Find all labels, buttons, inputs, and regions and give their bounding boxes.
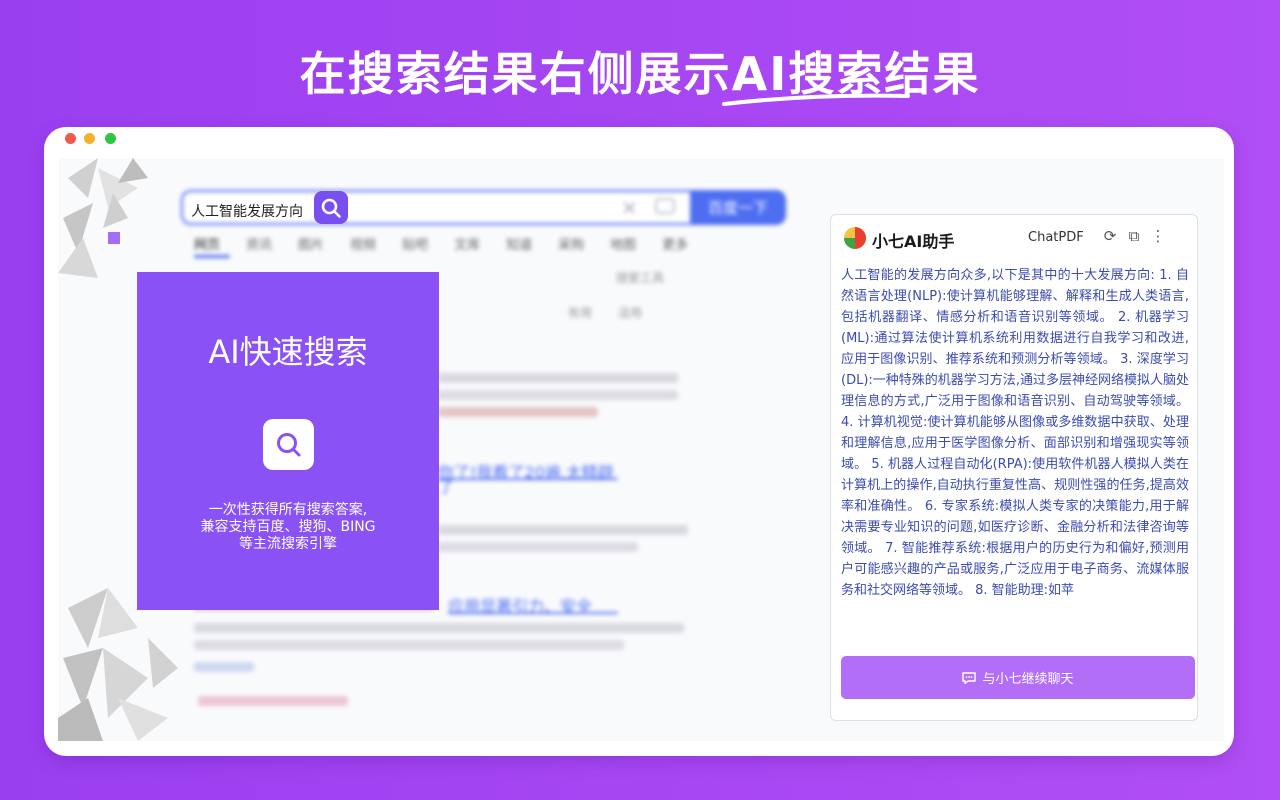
tab-video[interactable]: 视频 <box>350 234 376 253</box>
continue-chat-button[interactable]: 与小七继续聊天 <box>841 656 1195 699</box>
tab-tieba[interactable]: 贴吧 <box>402 234 428 253</box>
promo-desc-line: 兼容支持百度、搜狗、BING <box>200 519 376 535</box>
result-line <box>194 623 684 633</box>
refresh-icon[interactable]: ⟳ <box>1102 228 1118 244</box>
tab-images[interactable]: 图片 <box>298 234 324 253</box>
tab-zhidao[interactable]: 知道 <box>506 234 532 253</box>
browser-window: ✕ 百度一下 网页 资讯 图片 视频 贴吧 文库 知道 采购 地图 更多 搜索工… <box>44 127 1234 756</box>
active-tab-underline <box>194 255 230 258</box>
search-icon <box>321 198 341 218</box>
result-link[interactable]: 你了!我看了20遍,太精辟了 <box>438 465 618 495</box>
result-line <box>438 525 688 535</box>
tab-wenku[interactable]: 文库 <box>454 234 480 253</box>
ai-search-button[interactable] <box>314 191 348 224</box>
feedback-useful[interactable]: 有用 <box>568 304 592 321</box>
page-content: ✕ 百度一下 网页 资讯 图片 视频 贴吧 文库 知道 采购 地图 更多 搜索工… <box>58 158 1224 741</box>
tab-caigou[interactable]: 采购 <box>558 234 584 253</box>
promo-desc-line: 等主流搜索引擎 <box>239 536 337 552</box>
promo-title: AI快速搜索 <box>208 333 368 371</box>
chat-bubble-icon <box>962 671 977 684</box>
window-maximize-dot[interactable] <box>105 133 116 144</box>
feedback-row: 有用 没用 <box>568 304 642 321</box>
window-close-dot[interactable] <box>65 133 76 144</box>
promo-description: 一次性获得所有搜索答案, 兼容支持百度、搜狗、BING 等主流搜索引擎 <box>137 502 439 553</box>
result-line <box>438 373 678 383</box>
search-icon <box>276 432 300 456</box>
clear-icon[interactable]: ✕ <box>621 196 638 220</box>
more-icon[interactable]: ⋮ <box>1150 228 1166 244</box>
result-line <box>194 662 254 672</box>
window-minimize-dot[interactable] <box>84 133 95 144</box>
tab-web[interactable]: 网页 <box>194 234 220 253</box>
ai-assistant-panel: 小七AI助手 ChatPDF ⟳ ⧉ ⋮ 人工智能的发展方向众多,以下是其中的十… <box>830 214 1198 721</box>
tab-map[interactable]: 地图 <box>610 234 636 253</box>
tab-news[interactable]: 资讯 <box>246 234 272 253</box>
search-submit-button[interactable]: 百度一下 <box>690 190 786 225</box>
tab-more[interactable]: 更多 <box>662 234 688 253</box>
promo-search-badge <box>263 419 314 470</box>
result-line <box>198 696 348 706</box>
headline: 在搜索结果右侧展示AI搜索结果 <box>299 47 981 101</box>
ai-answer-text: 人工智能的发展方向众多,以下是其中的十大发展方向: 1. 自然语言处理(NLP)… <box>841 268 1189 598</box>
result-line <box>438 542 638 552</box>
promo-desc-line: 一次性获得所有搜索答案, <box>208 502 368 518</box>
feedback-useless[interactable]: 没用 <box>618 304 642 321</box>
result-link[interactable]: 应用显著引力、安全 <box>448 599 618 615</box>
search-tabs: 网页 资讯 图片 视频 贴吧 文库 知道 采购 地图 更多 <box>194 234 688 253</box>
panel-title: 小七AI助手 <box>872 232 955 251</box>
result-line <box>438 407 598 417</box>
continue-chat-label: 与小七继续聊天 <box>982 672 1074 687</box>
copy-icon[interactable]: ⧉ <box>1126 228 1142 244</box>
filter-tool[interactable]: 搜索工具 <box>616 269 664 286</box>
promo-card: AI快速搜索 一次性获得所有搜索答案, 兼容支持百度、搜狗、BING 等主流搜索… <box>137 272 439 610</box>
chatpdf-link[interactable]: ChatPDF <box>1028 230 1084 245</box>
headline-underline <box>722 93 910 106</box>
camera-icon[interactable] <box>655 198 675 214</box>
logo-icon <box>844 227 866 249</box>
search-query-text[interactable]: 人工智能发展方向 <box>191 201 303 221</box>
result-line <box>438 390 678 400</box>
result-line <box>194 640 624 650</box>
